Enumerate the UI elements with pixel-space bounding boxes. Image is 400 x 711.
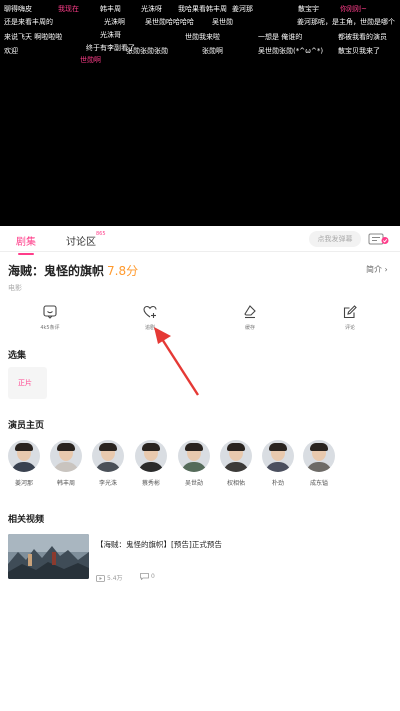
avatar: [262, 440, 294, 472]
danmaku-comment: 我哈果看韩丰周: [178, 5, 227, 13]
cast-member[interactable]: 蔡秀彬: [134, 440, 168, 487]
cache-button[interactable]: 缓存: [220, 305, 280, 331]
heart-plus-icon: [143, 305, 157, 318]
cast-member[interactable]: 成东镒: [302, 440, 336, 487]
danmaku-comment: 散宝贝我来了: [338, 47, 380, 55]
smile-rating-icon: [43, 305, 57, 319]
intro-link[interactable]: 简介 ›: [366, 264, 388, 275]
video-thumbnail[interactable]: [8, 534, 89, 579]
avatar: [92, 440, 124, 472]
tab-bar: 剧集 讨论区 865 点我发弹幕: [0, 226, 400, 255]
danmaku-input[interactable]: 点我发弹幕: [309, 231, 361, 247]
comment-count-value: 0: [151, 573, 155, 580]
episode-label: 正片: [18, 379, 32, 387]
video-title[interactable]: 【海贼：鬼怪的旗帜】[预告]正式预告: [96, 539, 222, 550]
danmaku-comment: 姜河那呢，是主角，世勋是哪个: [297, 18, 395, 26]
danmaku-comment: 光洙哥: [100, 31, 121, 39]
chevron-right-icon: ›: [384, 265, 388, 274]
cast-member[interactable]: 姜河那: [7, 440, 41, 487]
danmaku-comment: 都被我看的演员: [338, 33, 387, 41]
danmaku-toggle-icon[interactable]: [368, 233, 390, 245]
danmaku-comment: 我现在: [58, 5, 79, 13]
show-score: 7.8分: [107, 264, 139, 278]
danmaku-comment: 你刚刚~: [340, 5, 367, 13]
avatar: [303, 440, 335, 472]
episode-chip[interactable]: 正片: [8, 367, 47, 399]
danmaku-comment: 姜河那: [232, 5, 253, 13]
tab-discussion[interactable]: 讨论区: [66, 233, 96, 248]
edit-review-icon: [343, 305, 357, 319]
danmaku-comment: 张勋啊: [202, 47, 223, 55]
action-label: 4k5条评: [40, 325, 60, 331]
review-button[interactable]: 评论: [320, 305, 380, 331]
discussion-count-badge: 865: [96, 231, 106, 237]
cast-name: 韩丰周: [56, 480, 75, 487]
related-header: 相关视频: [8, 515, 45, 525]
danmaku-comment: 韩丰周: [100, 5, 121, 13]
cast-name: 吴世勋: [184, 480, 203, 487]
danmaku-comment: 张勋张勋张勋: [126, 47, 168, 55]
avatar: [50, 440, 82, 472]
danmaku-comment: 吴世勋: [212, 18, 233, 26]
intro-label: 简介: [366, 265, 382, 274]
comment-count: 0: [140, 573, 155, 581]
danmaku-comment: 吴世勋张勋(*^ω^*): [258, 47, 324, 55]
annotation-arrow: [154, 327, 200, 396]
avatar: [178, 440, 210, 472]
cast-name: 成东镒: [309, 480, 328, 487]
cast-member[interactable]: 韩丰周: [49, 440, 83, 487]
action-label: 评论: [344, 325, 355, 331]
eraser-cache-icon: [244, 305, 256, 319]
play-count-value: 5.4万: [107, 575, 123, 582]
comment-icon: [140, 573, 149, 581]
danmaku-comment: 散宝宇: [298, 5, 319, 13]
video-player[interactable]: 聊得嗨皮 我现在 韩丰周 光洙呀 我哈果看韩丰周 姜河那 散宝宇 你刚刚~ 还是…: [0, 0, 400, 226]
danmaku-comment: 来说飞天 啊啦啦啦: [4, 33, 63, 41]
play-count: 5.4万: [96, 573, 123, 582]
avatar: [220, 440, 252, 472]
danmaku-comment: 光洙啊: [104, 18, 125, 26]
cast-name: 蔡秀彬: [141, 480, 160, 487]
avatar: [8, 440, 40, 472]
cast-member[interactable]: 吴世勋: [177, 440, 211, 487]
action-label: 缓存: [244, 325, 255, 331]
danmaku-comment: 一想是 俺谁的: [258, 33, 303, 41]
danmaku-comment: 还是来看丰周的: [4, 18, 53, 26]
cast-name: 朴劲: [271, 480, 284, 487]
danmaku-comment: 欢迎: [4, 47, 18, 55]
play-icon: [96, 575, 105, 582]
danmaku-comment: 聊得嗨皮: [4, 5, 32, 13]
rating-button[interactable]: 4k5条评: [20, 305, 80, 331]
cast-name: 权相佑: [226, 480, 245, 487]
cast-member[interactable]: 朴劲: [261, 440, 295, 487]
cast-name: 李光洙: [98, 480, 117, 487]
danmaku-comment: 光洙呀: [141, 5, 162, 13]
page: 聊得嗨皮 我现在 韩丰周 光洙呀 我哈果看韩丰周 姜河那 散宝宇 你刚刚~ 还是…: [0, 0, 400, 711]
cast-member[interactable]: 权相佑: [219, 440, 253, 487]
show-title: 海贼：鬼怪的旗帜: [8, 264, 105, 278]
episodes-header: 选集: [8, 351, 27, 361]
danmaku-comment: 吴世勋哈哈哈哈: [145, 18, 194, 26]
cast-header: 演员主页: [8, 421, 45, 431]
danmaku-comment: 世勋啊: [80, 56, 101, 64]
category-label: 电影: [8, 284, 22, 292]
cast-member[interactable]: 李光洙: [91, 440, 125, 487]
danmaku-comment: 世勋我来啦: [185, 33, 220, 41]
cast-name: 姜河那: [14, 480, 33, 487]
tab-episodes[interactable]: 剧集: [16, 233, 36, 255]
avatar: [135, 440, 167, 472]
